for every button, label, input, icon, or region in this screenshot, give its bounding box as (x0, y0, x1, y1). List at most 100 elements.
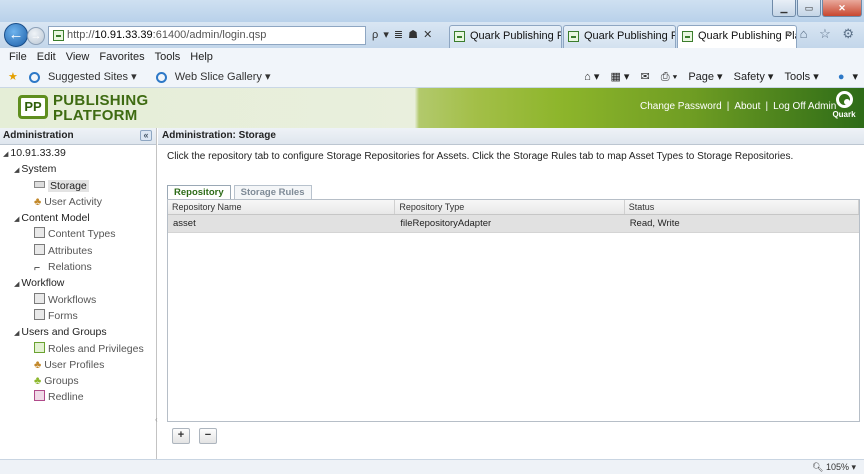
expanded-arrow-icon: ◢ (3, 151, 9, 158)
tree-item-attributes[interactable]: Attributes (0, 243, 156, 259)
cell-status: Read, Write (629, 218, 680, 229)
address-tools[interactable]: ρ ▾ ≣ ☗ ✕ (372, 26, 447, 45)
expanded-arrow-icon: ◢ (14, 216, 20, 224)
publishing-platform-logo-text: PUBLISHING PLATFORM (53, 93, 149, 123)
browser-tab-3[interactable]: Quark Publishing Platf... × (677, 25, 797, 48)
tree-content-model-node[interactable]: ◢ Content Model (0, 210, 156, 226)
add-repository-button[interactable]: + (172, 428, 190, 444)
browser-toolbar-icons[interactable]: ⌂ ☆ ⚙ (800, 26, 858, 42)
feeds-icon[interactable]: ▦ ▾ (610, 71, 629, 83)
header-links: Change Password | About | Log Off Admin (640, 101, 836, 112)
link-separator: | (765, 101, 769, 112)
tree-label: 10.91.33.39 (10, 147, 66, 159)
suggested-sites-link[interactable]: Suggested Sites ▾ (28, 71, 145, 83)
address-bar[interactable]: http://10.91.33.39:61400/admin/login.qsp (48, 26, 366, 45)
browser-tab-label: Quark Publishing Platf... (698, 30, 796, 42)
menu-edit[interactable]: Edit (32, 48, 61, 66)
tree-item-groups[interactable]: ♣ Groups (0, 373, 156, 389)
ie-icon (155, 71, 167, 83)
content-types-icon (34, 227, 45, 239)
tools-menu[interactable]: Tools ▾ (784, 71, 818, 83)
quark-q-icon (835, 91, 853, 108)
tab-storage-rules[interactable]: Storage Rules (233, 185, 312, 200)
table-row[interactable]: asset fileRepositoryAdapter Read, Write (168, 215, 859, 233)
browser-tab-1[interactable]: Quark Publishing Platform (449, 25, 562, 48)
tab-favicon-icon (454, 31, 465, 42)
forward-button[interactable]: → (27, 27, 45, 45)
tree-label: Content Model (21, 212, 90, 225)
user-profiles-icon: ♣ (34, 358, 42, 371)
close-window-button[interactable]: ✕ (822, 0, 862, 17)
change-password-link[interactable]: Change Password (640, 101, 722, 112)
tree-item-storage[interactable]: Storage (0, 178, 156, 194)
back-button[interactable]: ← (4, 23, 28, 47)
tree-label: Forms (48, 309, 78, 322)
address-prefix: http:// (67, 29, 95, 41)
tree-item-user-profiles[interactable]: ♣ User Profiles (0, 357, 156, 373)
web-slice-gallery-label: Web Slice Gallery ▾ (174, 71, 271, 83)
tab-repository[interactable]: Repository (167, 185, 231, 200)
window-controls: ▁ ▭ ✕ (772, 0, 862, 17)
tree-item-content-types[interactable]: Content Types (0, 226, 156, 242)
minimize-button[interactable]: ▁ (772, 0, 796, 17)
safety-menu[interactable]: Safety ▾ (734, 71, 774, 83)
maximize-button[interactable]: ▭ (797, 0, 821, 17)
remove-repository-button[interactable]: − (199, 428, 217, 444)
favorites-star-icon[interactable]: ★ (8, 71, 18, 83)
tree-system-node[interactable]: ◢ System (0, 161, 156, 177)
column-header-status[interactable]: Status (625, 200, 860, 214)
menu-bar: File Edit View Favorites Tools Help (0, 48, 864, 66)
publishing-platform-logo-mark: PP (18, 95, 48, 119)
page-title: Administration: Storage (158, 128, 864, 145)
tab-close-icon[interactable]: × (785, 26, 791, 46)
column-header-repository-name[interactable]: Repository Name (168, 200, 396, 214)
about-link[interactable]: About (734, 101, 760, 112)
log-off-link[interactable]: Log Off Admin (773, 101, 836, 112)
home-icon[interactable]: ⌂ ▾ (584, 71, 599, 83)
workflows-icon (34, 292, 45, 304)
menu-view[interactable]: View (61, 48, 95, 66)
sidebar-title: Administration (3, 130, 74, 141)
tree-label: Users and Groups (21, 326, 107, 339)
tree-item-user-activity[interactable]: ♣ User Activity (0, 194, 156, 210)
browser-status-bar: 🔍︎ 105% ▾ (0, 459, 864, 474)
tree-item-redline[interactable]: Redline (0, 389, 156, 405)
tab-favicon-icon (568, 31, 579, 42)
tree-item-relations[interactable]: ⌐ Relations (0, 259, 156, 275)
column-header-repository-type[interactable]: Repository Type (395, 200, 625, 214)
menu-favorites[interactable]: Favorites (94, 48, 149, 66)
menu-file[interactable]: File (4, 48, 32, 66)
help-menu[interactable]: ● ▾ (830, 71, 858, 83)
instructions-text: Click the repository tab to configure St… (167, 151, 794, 162)
tree-label: Content Types (48, 228, 116, 241)
page-menu[interactable]: Page ▾ (688, 71, 722, 83)
grid-header: Repository Name Repository Type Status (168, 200, 860, 215)
menu-tools[interactable]: Tools (150, 48, 186, 66)
tree-users-groups-node[interactable]: ◢ Users and Groups (0, 324, 156, 340)
tree-server-node[interactable]: ◢ 10.91.33.39 (0, 145, 156, 161)
browser-tab-2[interactable]: Quark Publishing Platfor... (563, 25, 676, 48)
tree-item-workflows[interactable]: Workflows (0, 292, 156, 308)
mail-icon[interactable]: ✉ (640, 71, 649, 83)
web-slice-gallery-link[interactable]: Web Slice Gallery ▾ (155, 71, 279, 83)
tree-workflow-node[interactable]: ◢ Workflow (0, 275, 156, 291)
tree-label: Roles and Privileges (48, 342, 144, 355)
print-icon[interactable]: ⎙ ▾ (661, 71, 677, 83)
menu-help[interactable]: Help (185, 48, 218, 66)
expanded-arrow-icon: ◢ (14, 330, 20, 338)
ie-icon (28, 71, 40, 83)
tree-item-forms[interactable]: Forms (0, 308, 156, 324)
browser-tab-label: Quark Publishing Platfor... (584, 30, 675, 42)
zoom-control[interactable]: 🔍︎ 105% ▾ (812, 460, 856, 474)
tree-item-roles-privileges[interactable]: Roles and Privileges (0, 341, 156, 357)
expanded-arrow-icon: ◢ (14, 167, 20, 175)
tree-label: Storage (48, 179, 89, 192)
admin-sidebar: Administration « ◢ 10.91.33.39 ◢ System St… (0, 128, 158, 459)
quark-logo-text: Quark (832, 110, 856, 119)
collapse-sidebar-button[interactable]: « (140, 130, 152, 141)
tree-label: System (21, 163, 57, 176)
storage-tabs: Repository Storage Rules (167, 185, 312, 200)
tree-label: User Profiles (44, 358, 105, 371)
forms-icon (34, 308, 45, 320)
quark-logo: Quark (830, 91, 858, 120)
